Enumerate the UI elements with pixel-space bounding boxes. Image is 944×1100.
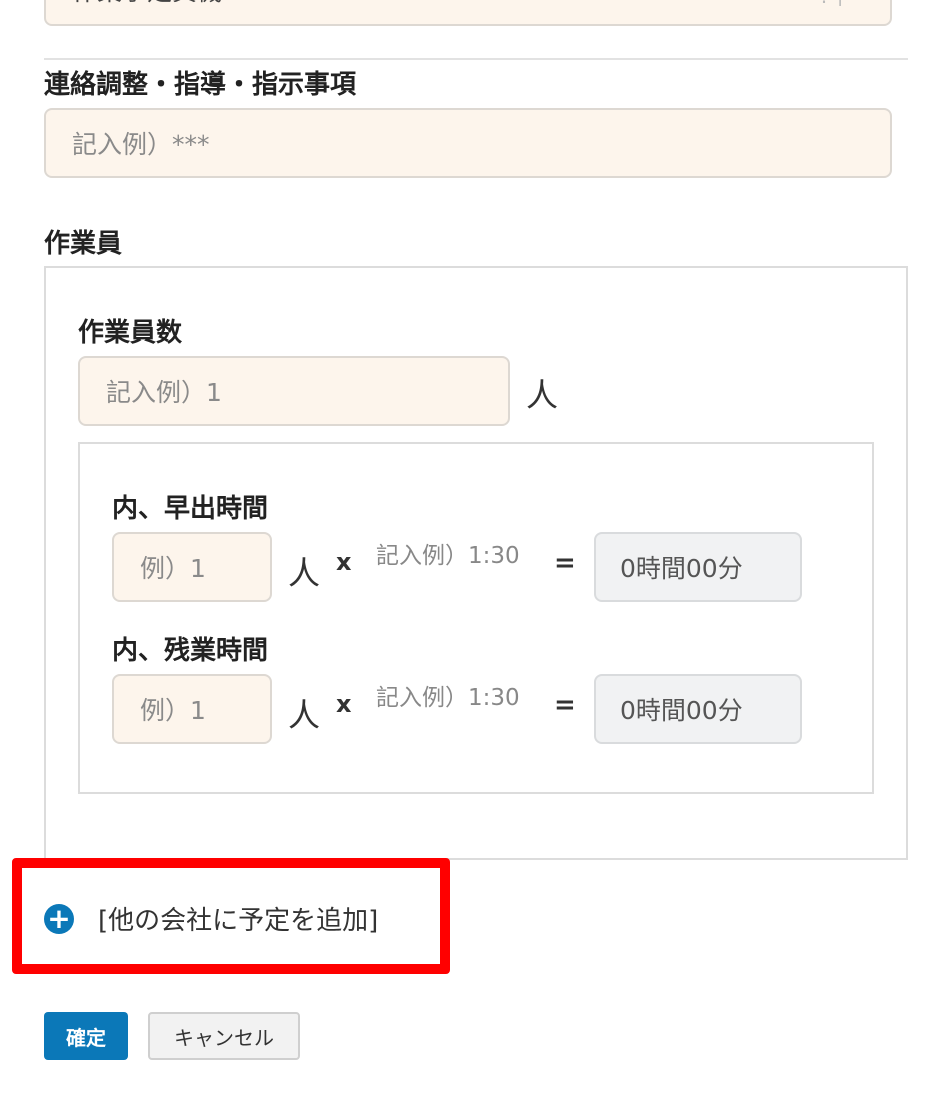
early-time-result-value: 0時間00分 <box>620 554 743 583</box>
confirm-label: 確定 <box>66 1025 106 1050</box>
worker-count-unit: 人 <box>526 376 559 414</box>
add-company-link[interactable]: + [他の会社に予定を追加] <box>44 900 378 937</box>
liaison-input[interactable]: 記入例）*** <box>44 108 892 178</box>
worker-count-label: 作業員数 <box>78 318 183 348</box>
overtime-equals-sign: = <box>554 690 576 720</box>
confirm-button[interactable]: 確定 <box>44 1012 128 1060</box>
early-time-result: 0時間00分 <box>594 532 802 602</box>
liaison-placeholder: 記入例）*** <box>72 130 210 159</box>
overtime-result: 0時間00分 <box>594 674 802 744</box>
early-time-label: 内、早出時間 <box>112 494 269 524</box>
overtime-result-value: 0時間00分 <box>620 696 743 725</box>
work-equipment-value: 作業予定資機 <box>72 0 222 8</box>
overtime-multiply-sign: x <box>336 690 352 718</box>
worker-count-placeholder: 記入例）1 <box>106 378 222 407</box>
cancel-label: キャンセル <box>174 1025 274 1050</box>
cancel-button[interactable]: キャンセル <box>148 1012 300 1060</box>
early-people-unit: 人 <box>288 554 321 592</box>
work-equipment-field[interactable]: 作業予定資機 ⋮│ <box>44 0 892 26</box>
add-company-label: [他の会社に予定を追加] <box>98 906 379 936</box>
overtime-people-input[interactable]: 例）1 <box>112 674 272 744</box>
worker-count-input[interactable]: 記入例）1 <box>78 356 510 426</box>
section-divider <box>44 58 908 60</box>
plus-circle-icon: + <box>44 903 74 934</box>
overtime-people-placeholder: 例）1 <box>140 696 206 725</box>
workers-section-label: 作業員 <box>44 229 123 259</box>
dropdown-handle-icon[interactable]: ⋮│ <box>814 0 846 6</box>
early-people-placeholder: 例）1 <box>140 554 206 583</box>
early-time-input[interactable]: 記入例）1:30 <box>376 536 576 570</box>
overtime-time-hint: 記入例）1:30 <box>376 685 520 711</box>
overtime-label: 内、残業時間 <box>112 636 269 666</box>
early-multiply-sign: x <box>336 548 352 576</box>
overtime-time-input[interactable]: 記入例）1:30 <box>376 678 576 712</box>
early-equals-sign: = <box>554 548 576 578</box>
early-people-input[interactable]: 例）1 <box>112 532 272 602</box>
early-time-hint: 記入例）1:30 <box>376 543 520 569</box>
overtime-people-unit: 人 <box>288 696 321 734</box>
liaison-label: 連絡調整・指導・指示事項 <box>44 70 357 100</box>
